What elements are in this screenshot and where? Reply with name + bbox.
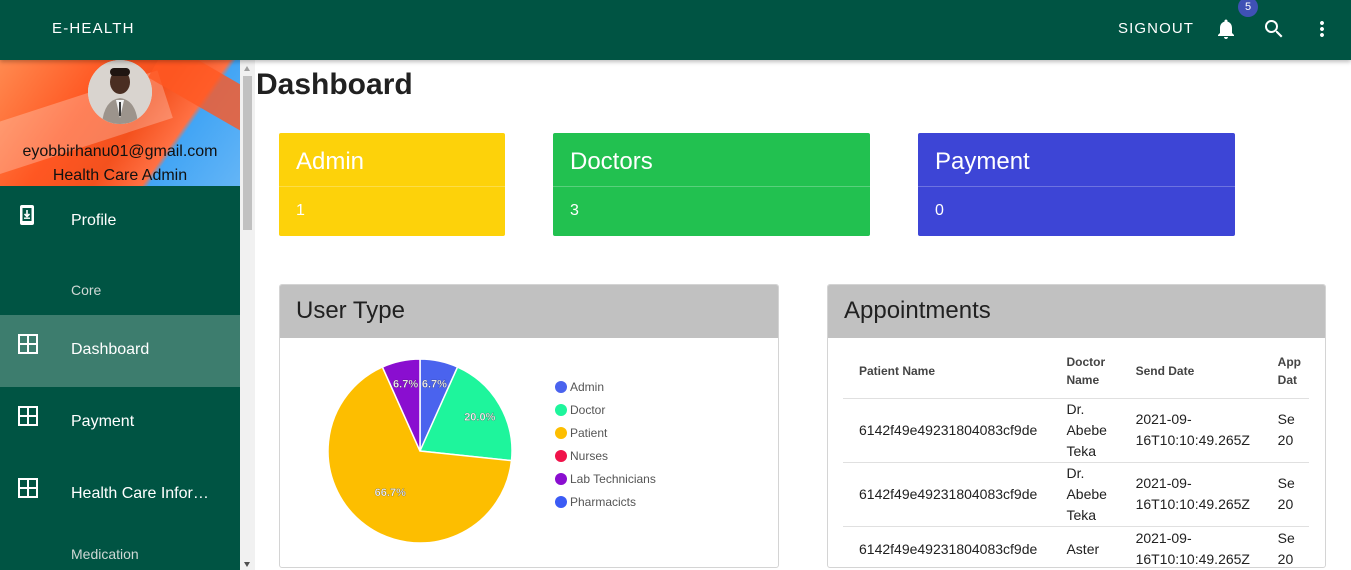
sidebar-item-label: Profile: [71, 212, 117, 229]
column-header-patient-name[interactable]: Patient Name: [843, 345, 1051, 399]
sidebar-scrollbar[interactable]: [240, 60, 255, 570]
page-title: Dashboard: [256, 68, 413, 101]
cell-appointment-date: Se 20: [1261, 526, 1309, 567]
table-row[interactable]: 6142f49e49231804083cf9de Dr. Abebe Teka 20…: [843, 462, 1309, 527]
cell-doctor-name: Aster: [1050, 526, 1120, 567]
search-icon: [1265, 20, 1283, 38]
more-vert-icon: [1320, 21, 1324, 37]
legend-label: Admin: [570, 380, 605, 394]
avatar-image: [88, 60, 152, 124]
legend-swatch: [555, 496, 567, 508]
legend-label: Nurses: [570, 449, 609, 463]
legend-swatch: [555, 450, 567, 462]
sidebar: eyobbirhanu01@gmail.com Health Care Admi…: [0, 60, 240, 570]
table-header-row: Patient Name Doctor Name Send Date App D…: [843, 345, 1309, 399]
more-menu-button[interactable]: [1310, 17, 1334, 41]
cell-patient-name: 6142f49e49231804083cf9de: [843, 462, 1051, 527]
legend-label: Pharmacicts: [570, 495, 637, 509]
cell-appointment-date: Se 20: [1261, 462, 1309, 527]
notifications-button[interactable]: [1214, 17, 1238, 41]
scroll-up-arrow-icon[interactable]: [244, 66, 250, 71]
stat-title: Payment: [935, 148, 1030, 175]
cell-patient-name: 6142f49e49231804083cf9de: [843, 526, 1051, 567]
stat-card-admin[interactable]: Admin 1: [279, 133, 505, 236]
legend-swatch: [555, 473, 567, 485]
sidebar-section-core: Core: [71, 282, 102, 298]
profile-card: eyobbirhanu01@gmail.com Health Care Admi…: [0, 60, 240, 186]
profile-role: Health Care Admin: [52, 167, 188, 184]
cell-patient-name: 6142f49e49231804083cf9de: [843, 398, 1051, 463]
pie-data-label: 6.7%: [393, 379, 418, 391]
search-button[interactable]: [1262, 17, 1286, 41]
bell-icon: [1218, 19, 1234, 39]
avatar[interactable]: [88, 60, 152, 124]
sidebar-item-label: Payment: [71, 413, 135, 430]
panel-header: Appointments: [828, 285, 1325, 338]
appointments-table-wrapper[interactable]: Patient Name Doctor Name Send Date App D…: [843, 345, 1309, 567]
pie-data-label: 20.0%: [464, 412, 495, 424]
legend-label: Patient: [570, 426, 608, 440]
appointments-panel: Appointments Patient Name Doctor Name Se…: [827, 284, 1326, 568]
app-brand[interactable]: E-HEALTH: [52, 20, 135, 37]
panel-header: User Type: [280, 285, 778, 338]
legend-label: Lab Technicians: [570, 472, 656, 486]
sidebar-item-payment[interactable]: Payment: [0, 387, 240, 459]
app-bar: E-HEALTH SIGNOUT 5: [0, 0, 1351, 60]
column-header-send-date[interactable]: Send Date: [1119, 345, 1262, 399]
sidebar-item-label: Dashboard: [71, 341, 150, 358]
stat-divider: [279, 186, 505, 187]
cell-send-date: 2021-09-16T10:10:49.265Z: [1119, 526, 1262, 567]
stat-card-payment[interactable]: Payment 0: [918, 133, 1235, 236]
stat-divider: [918, 186, 1235, 187]
legend-swatch: [555, 381, 567, 393]
panel-title: Appointments: [844, 297, 991, 324]
sidebar-item-label: Health Care Information: [71, 485, 221, 502]
stat-value: 0: [935, 202, 944, 219]
grid-icon: [18, 478, 38, 498]
pie-data-label: 6.7%: [422, 379, 447, 391]
sidebar-item-health-care-information[interactable]: Health Care Information: [0, 459, 240, 531]
cell-doctor-name: Dr. Abebe Teka: [1050, 398, 1120, 463]
cell-appointment-date: Se 20: [1261, 398, 1309, 463]
panel-title: User Type: [296, 297, 405, 324]
grid-icon: [18, 406, 38, 426]
user-type-panel: User Type 6.7% 20.0% 66.7% 6.7% Admin Doctor…: [279, 284, 779, 568]
signout-button[interactable]: SIGNOUT: [1118, 20, 1194, 37]
stat-title: Admin: [296, 148, 365, 175]
phone-download-icon: [20, 205, 34, 225]
pie-data-label: 66.7%: [375, 487, 406, 499]
user-type-pie-chart: 6.7% 20.0% 66.7% 6.7%: [327, 358, 513, 544]
sidebar-item-dashboard[interactable]: Dashboard: [0, 315, 240, 387]
cell-send-date: 2021-09-16T10:10:49.265Z: [1119, 462, 1262, 527]
legend-swatch: [555, 404, 567, 416]
cell-send-date: 2021-09-16T10:10:49.265Z: [1119, 398, 1262, 463]
cell-doctor-name: Dr. Abebe Teka: [1050, 462, 1120, 527]
stat-divider: [553, 186, 870, 187]
stat-value: 1: [296, 202, 305, 219]
table-row[interactable]: 6142f49e49231804083cf9de Aster 2021-09-16T…: [843, 526, 1309, 567]
legend-label: Doctor: [570, 403, 606, 417]
column-header-doctor-name[interactable]: Doctor Name: [1050, 345, 1120, 399]
legend-swatch: [555, 427, 567, 439]
scroll-down-arrow-icon[interactable]: [244, 562, 250, 567]
table-row[interactable]: 6142f49e49231804083cf9de Dr. Abebe Teka 20…: [843, 398, 1309, 463]
stat-value: 3: [570, 202, 579, 219]
sidebar-section-medication: Medication: [71, 546, 139, 562]
notification-badge: 5: [1238, 0, 1258, 17]
profile-email: eyobbirhanu01@gmail.com: [22, 143, 218, 160]
sidebar-item-profile[interactable]: Profile: [0, 186, 240, 258]
column-header-appointment-date[interactable]: App Dat: [1261, 345, 1309, 399]
grid-icon: [18, 334, 38, 354]
stat-card-doctors[interactable]: Doctors 3: [553, 133, 870, 236]
scrollbar-thumb[interactable]: [243, 76, 252, 230]
stat-title: Doctors: [570, 148, 653, 175]
appointments-table: Patient Name Doctor Name Send Date App D…: [843, 345, 1309, 567]
